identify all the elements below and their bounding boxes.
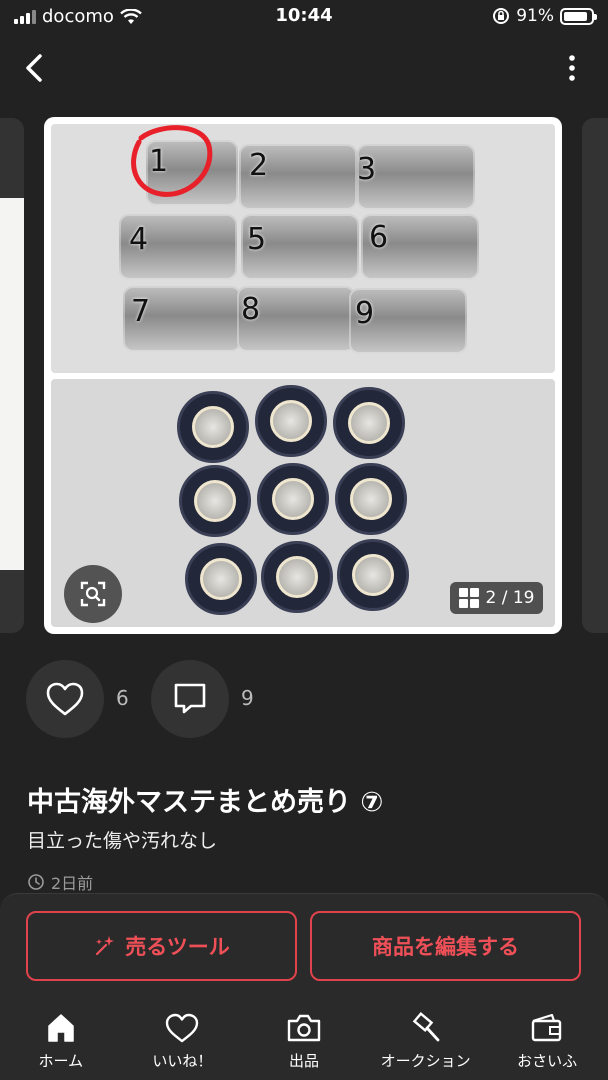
home-icon: [48, 1014, 74, 1042]
image-counter[interactable]: 2 / 19: [450, 582, 543, 614]
sell-tool-button[interactable]: 売るツール: [26, 911, 297, 981]
tab-home-label: ホーム: [38, 1052, 84, 1070]
back-button[interactable]: [18, 50, 54, 86]
tab-wallet[interactable]: おさいふ: [486, 1000, 608, 1080]
tape-number: 7: [131, 294, 151, 329]
like-count: 6: [116, 686, 129, 710]
tape-number: 2: [249, 148, 269, 183]
heart-icon: [46, 682, 84, 716]
comment-count: 9: [241, 686, 254, 710]
tape-number: 6: [369, 220, 389, 255]
sparkle-icon: [96, 936, 115, 956]
like-button[interactable]: [26, 660, 104, 738]
tape-number: 5: [247, 222, 267, 257]
tab-bar: ホーム いいね！ 出品 オークション おさいふ: [0, 1000, 608, 1080]
tape-number: 8: [241, 292, 261, 327]
tab-auction[interactable]: オークション: [365, 1000, 487, 1080]
gavel-icon: [412, 1011, 439, 1042]
tape-roll: [255, 385, 327, 457]
battery-icon: [560, 7, 597, 25]
tape-roll: [335, 463, 407, 535]
tab-wallet-label: おさいふ: [517, 1052, 578, 1070]
edit-item-button[interactable]: 商品を編集する: [310, 911, 581, 981]
tab-likes-label: いいね！: [152, 1052, 213, 1070]
next-photo-peek[interactable]: [582, 118, 608, 633]
clock-icon: [28, 874, 44, 890]
previous-photo-peek[interactable]: [0, 118, 24, 633]
status-right: 91%: [492, 6, 597, 26]
tape-roll: [179, 465, 251, 537]
product-photo[interactable]: 1 2 3 4 5 6 7 8 9 2 / 19: [44, 117, 562, 634]
comment-icon: [174, 683, 206, 714]
product-title: 中古海外マステまとめ売り ⑦: [27, 787, 384, 818]
tape-roll: [261, 541, 333, 613]
red-circle-mark: [131, 125, 213, 197]
product-condition: 目立った傷や汚れなし: [27, 830, 218, 852]
wallet-icon: [531, 1013, 562, 1042]
tab-sell[interactable]: 出品: [243, 1000, 365, 1080]
tape-photo-top: 1 2 3 4 5 6 7 8 9: [51, 124, 555, 373]
tape-roll: [257, 463, 329, 535]
status-bar: docomo 10:44 91%: [0, 0, 608, 34]
posted-time-label: 2日前: [51, 874, 94, 893]
sell-tool-label: 売るツール: [125, 935, 230, 959]
rotation-lock-icon: [493, 8, 510, 24]
tape-roll: [177, 391, 249, 463]
posted-time: 2日前: [27, 870, 93, 894]
more-options-icon[interactable]: [566, 54, 578, 82]
image-counter-label: 2 / 19: [485, 588, 535, 608]
zoom-button[interactable]: [64, 565, 122, 623]
tape-roll: [185, 543, 257, 615]
comment-button[interactable]: [151, 660, 229, 738]
edit-item-label: 商品を編集する: [372, 935, 519, 959]
camera-icon: [287, 1014, 321, 1042]
tape-number: 4: [129, 222, 149, 257]
grid-icon: [458, 588, 479, 608]
tab-auction-label: オークション: [380, 1052, 471, 1070]
battery-percent: 91%: [516, 6, 554, 26]
tape-number: 9: [355, 296, 375, 331]
zoom-scan-icon: [80, 581, 106, 607]
tape-roll: [333, 387, 405, 459]
tab-likes[interactable]: いいね！: [122, 1000, 244, 1080]
tab-home[interactable]: ホーム: [0, 1000, 122, 1080]
tape-number: 3: [357, 152, 377, 187]
heart-icon: [166, 1013, 199, 1043]
tab-sell-label: 出品: [288, 1052, 319, 1070]
tape-roll: [337, 539, 409, 611]
